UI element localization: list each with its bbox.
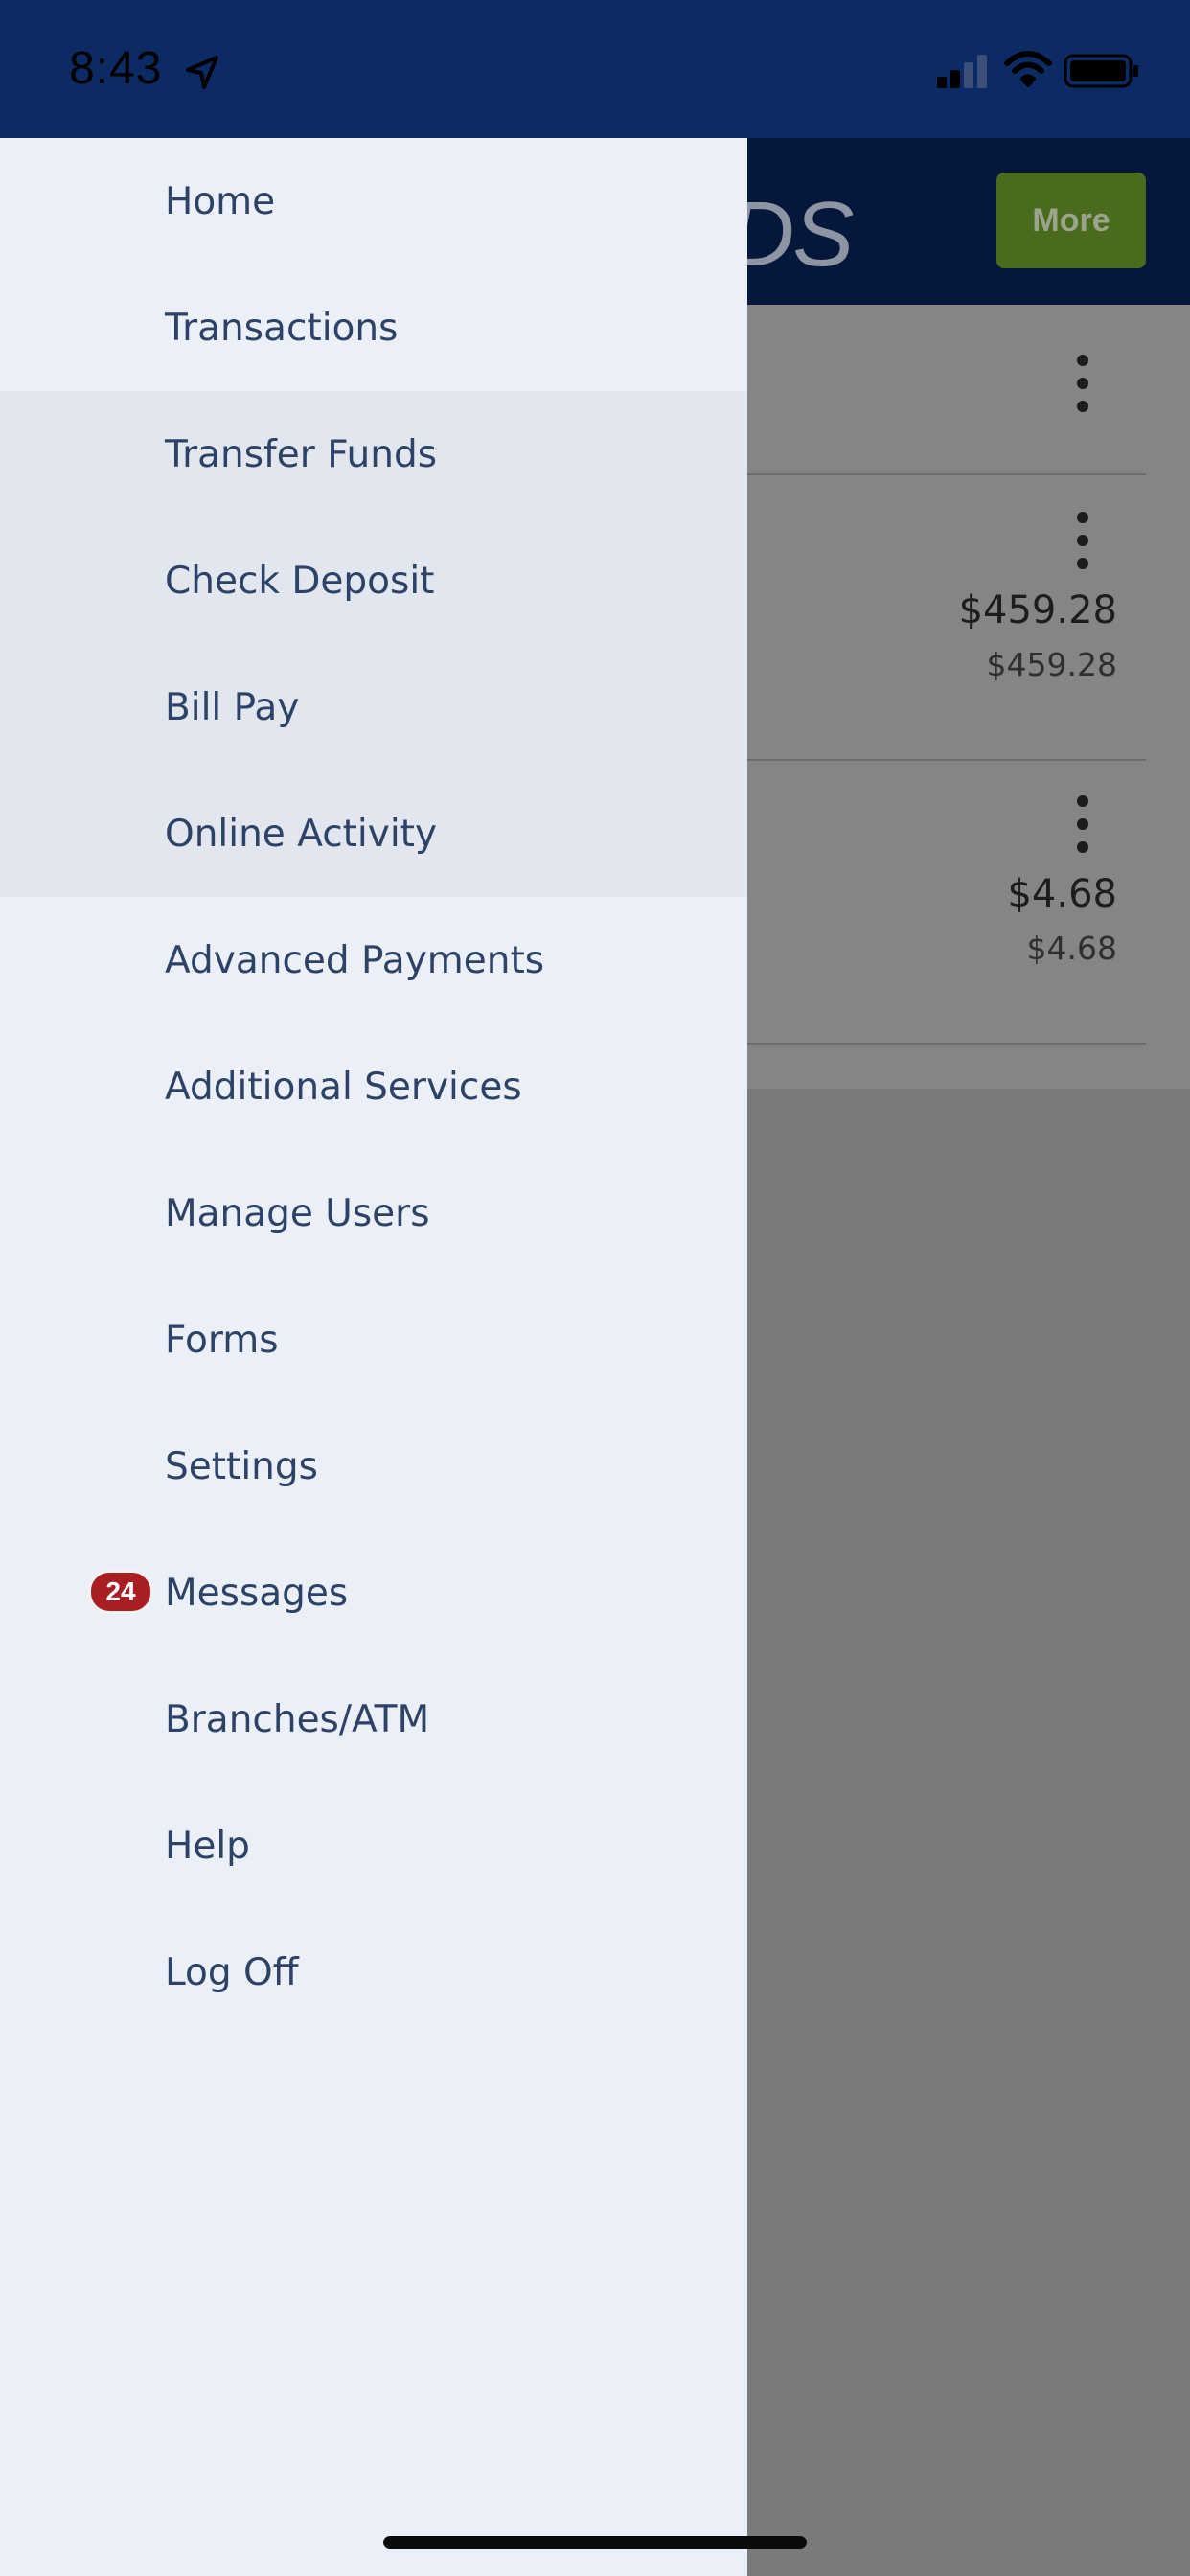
account-balance: $459.28 <box>958 588 1117 632</box>
menu-item-messages[interactable]: 24 Messages <box>0 1530 747 1656</box>
location-arrow-icon <box>186 56 218 89</box>
menu-item-label: Additional Services <box>165 1065 522 1109</box>
menu-item-label: Help <box>165 1824 250 1868</box>
wifi-icon <box>1004 51 1052 87</box>
menu-item-advanced-payments[interactable]: Advanced Payments <box>0 897 747 1024</box>
menu-item-online-activity[interactable]: Online Activity <box>0 770 747 897</box>
account-balance: $4.68 <box>1007 872 1117 916</box>
menu-item-branches-atm[interactable]: Branches/ATM <box>0 1656 747 1782</box>
menu-item-label: Branches/ATM <box>165 1697 430 1741</box>
status-time: 8:43 <box>69 43 163 94</box>
menu-item-settings[interactable]: Settings <box>0 1403 747 1530</box>
account-available-balance: $4.68 <box>1026 930 1117 967</box>
cellular-signal-icon <box>937 55 987 88</box>
kebab-menu-icon[interactable] <box>1073 351 1092 418</box>
menu-item-check-deposit[interactable]: Check Deposit <box>0 518 747 644</box>
menu-item-label: Log Off <box>165 1950 299 1994</box>
menu-item-label: Transactions <box>165 306 399 350</box>
menu-item-label: Manage Users <box>165 1191 430 1235</box>
battery-icon <box>1064 54 1138 88</box>
navigation-drawer: Home Transactions Transfer Funds Check D… <box>0 138 747 2576</box>
menu-item-label: Messages <box>165 1571 349 1615</box>
menu-item-transfer-funds[interactable]: Transfer Funds <box>0 391 747 518</box>
menu-item-label: Forms <box>165 1318 279 1362</box>
menu-item-bill-pay[interactable]: Bill Pay <box>0 644 747 770</box>
menu-item-label: Online Activity <box>165 812 438 856</box>
menu-item-help[interactable]: Help <box>0 1782 747 1909</box>
menu-item-home[interactable]: Home <box>0 138 747 264</box>
menu-item-label: Bill Pay <box>165 685 300 729</box>
menu-item-transactions[interactable]: Transactions <box>0 264 747 391</box>
kebab-menu-icon[interactable] <box>1073 508 1092 575</box>
menu-item-label: Home <box>165 179 276 223</box>
menu-item-additional-services[interactable]: Additional Services <box>0 1024 747 1150</box>
menu-item-label: Settings <box>165 1444 318 1488</box>
account-available-balance: $459.28 <box>986 646 1117 683</box>
unread-count-badge: 24 <box>88 1570 153 1614</box>
menu-item-log-off[interactable]: Log Off <box>0 1909 747 2036</box>
menu-item-manage-users[interactable]: Manage Users <box>0 1150 747 1276</box>
home-indicator[interactable] <box>383 2536 807 2549</box>
menu-item-label: Advanced Payments <box>165 938 545 982</box>
menu-item-label: Check Deposit <box>165 559 435 603</box>
kebab-menu-icon[interactable] <box>1073 792 1092 859</box>
menu-item-label: Transfer Funds <box>165 432 438 476</box>
status-bar: 8:43 <box>0 0 1190 138</box>
menu-item-forms[interactable]: Forms <box>0 1276 747 1403</box>
more-button[interactable]: More <box>996 172 1146 268</box>
